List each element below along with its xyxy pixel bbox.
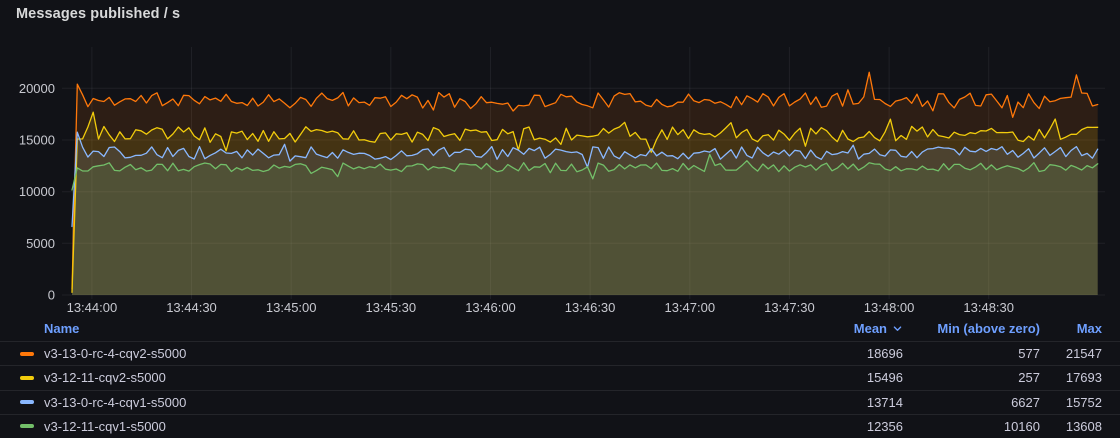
series-toggle-v3-12-11-cqv2-s5000[interactable]: v3-12-11-cqv2-s5000 [20, 370, 773, 385]
y-tick-label: 0 [48, 288, 55, 303]
max-value: 15752 [1040, 395, 1102, 410]
x-tick-label: 13:44:00 [67, 300, 118, 315]
y-tick-label: 15000 [19, 133, 55, 148]
mean-value: 15496 [773, 370, 903, 385]
y-tick-label: 20000 [19, 81, 55, 96]
legend-row: v3-12-11-cqv2-s5000 1549625717693 [0, 365, 1120, 389]
col-header-mean[interactable]: Mean [773, 321, 903, 336]
col-header-min-above-zero[interactable]: Min (above zero) [903, 321, 1040, 336]
mean-value: 13714 [773, 395, 903, 410]
series-color-swatch [20, 352, 34, 356]
legend-header-row: Name Mean Min (above zero) Max [0, 316, 1120, 341]
max-value: 21547 [1040, 346, 1102, 361]
series-name-label: v3-13-0-rc-4-cqv1-s5000 [44, 395, 186, 410]
min-above-zero-value: 257 [903, 370, 1040, 385]
col-header-max-label: Max [1077, 321, 1102, 336]
legend-table: Name Mean Min (above zero) Max v3-13-0-r… [0, 316, 1120, 438]
legend-row: v3-13-0-rc-4-cqv1-s5000 13714662715752 [0, 390, 1120, 414]
series-name-label: v3-12-11-cqv2-s5000 [44, 370, 166, 385]
x-tick-label: 13:47:30 [764, 300, 815, 315]
mean-value: 18696 [773, 346, 903, 361]
series-fill-v3-12-11-cqv1-s5000 [72, 154, 1098, 295]
col-header-name-label: Name [44, 321, 79, 336]
series-color-swatch [20, 424, 34, 428]
y-tick-label: 5000 [26, 236, 55, 251]
y-tick-label: 10000 [19, 184, 55, 199]
col-header-name[interactable]: Name [20, 321, 773, 336]
x-tick-label: 13:44:30 [166, 300, 217, 315]
timeseries-svg[interactable]: 0 5000 10000 15000 20000 13:44:00 13:44:30 13:4… [0, 0, 1120, 316]
col-header-min-label: Min (above zero) [937, 321, 1040, 336]
sort-desc-icon [892, 323, 903, 334]
x-tick-label: 13:48:30 [963, 300, 1014, 315]
max-value: 17693 [1040, 370, 1102, 385]
series-name-label: v3-12-11-cqv1-s5000 [44, 419, 166, 434]
x-tick-label: 13:48:00 [864, 300, 915, 315]
x-tick-label: 13:45:30 [365, 300, 416, 315]
series-toggle-v3-12-11-cqv1-s5000[interactable]: v3-12-11-cqv1-s5000 [20, 419, 773, 434]
x-tick-label: 13:46:30 [565, 300, 616, 315]
x-tick-label: 13:45:00 [266, 300, 317, 315]
series-name-label: v3-13-0-rc-4-cqv2-s5000 [44, 346, 186, 361]
grafana-panel: Messages published / s 05000100001500020… [0, 0, 1120, 438]
legend-row: v3-13-0-rc-4-cqv2-s5000 1869657721547 [0, 341, 1120, 365]
mean-value: 12356 [773, 419, 903, 434]
series-toggle-v3-13-0-rc-4-cqv2-s5000[interactable]: v3-13-0-rc-4-cqv2-s5000 [20, 346, 773, 361]
series-color-swatch [20, 400, 34, 404]
legend-body: v3-13-0-rc-4-cqv2-s50001869657721547v3-1… [0, 341, 1120, 438]
col-header-max[interactable]: Max [1040, 321, 1102, 336]
max-value: 13608 [1040, 419, 1102, 434]
series-color-swatch [20, 376, 34, 380]
chart-area[interactable]: 0 5000 10000 15000 20000 13:44:00 13:44:30 13:4… [0, 0, 1120, 316]
min-above-zero-value: 6627 [903, 395, 1040, 410]
legend-row: v3-12-11-cqv1-s5000 123561016013608 [0, 414, 1120, 438]
min-above-zero-value: 10160 [903, 419, 1040, 434]
col-header-mean-label: Mean [854, 321, 887, 336]
x-tick-label: 13:47:00 [664, 300, 715, 315]
min-above-zero-value: 577 [903, 346, 1040, 361]
series-toggle-v3-13-0-rc-4-cqv1-s5000[interactable]: v3-13-0-rc-4-cqv1-s5000 [20, 395, 773, 410]
x-tick-label: 13:46:00 [465, 300, 516, 315]
